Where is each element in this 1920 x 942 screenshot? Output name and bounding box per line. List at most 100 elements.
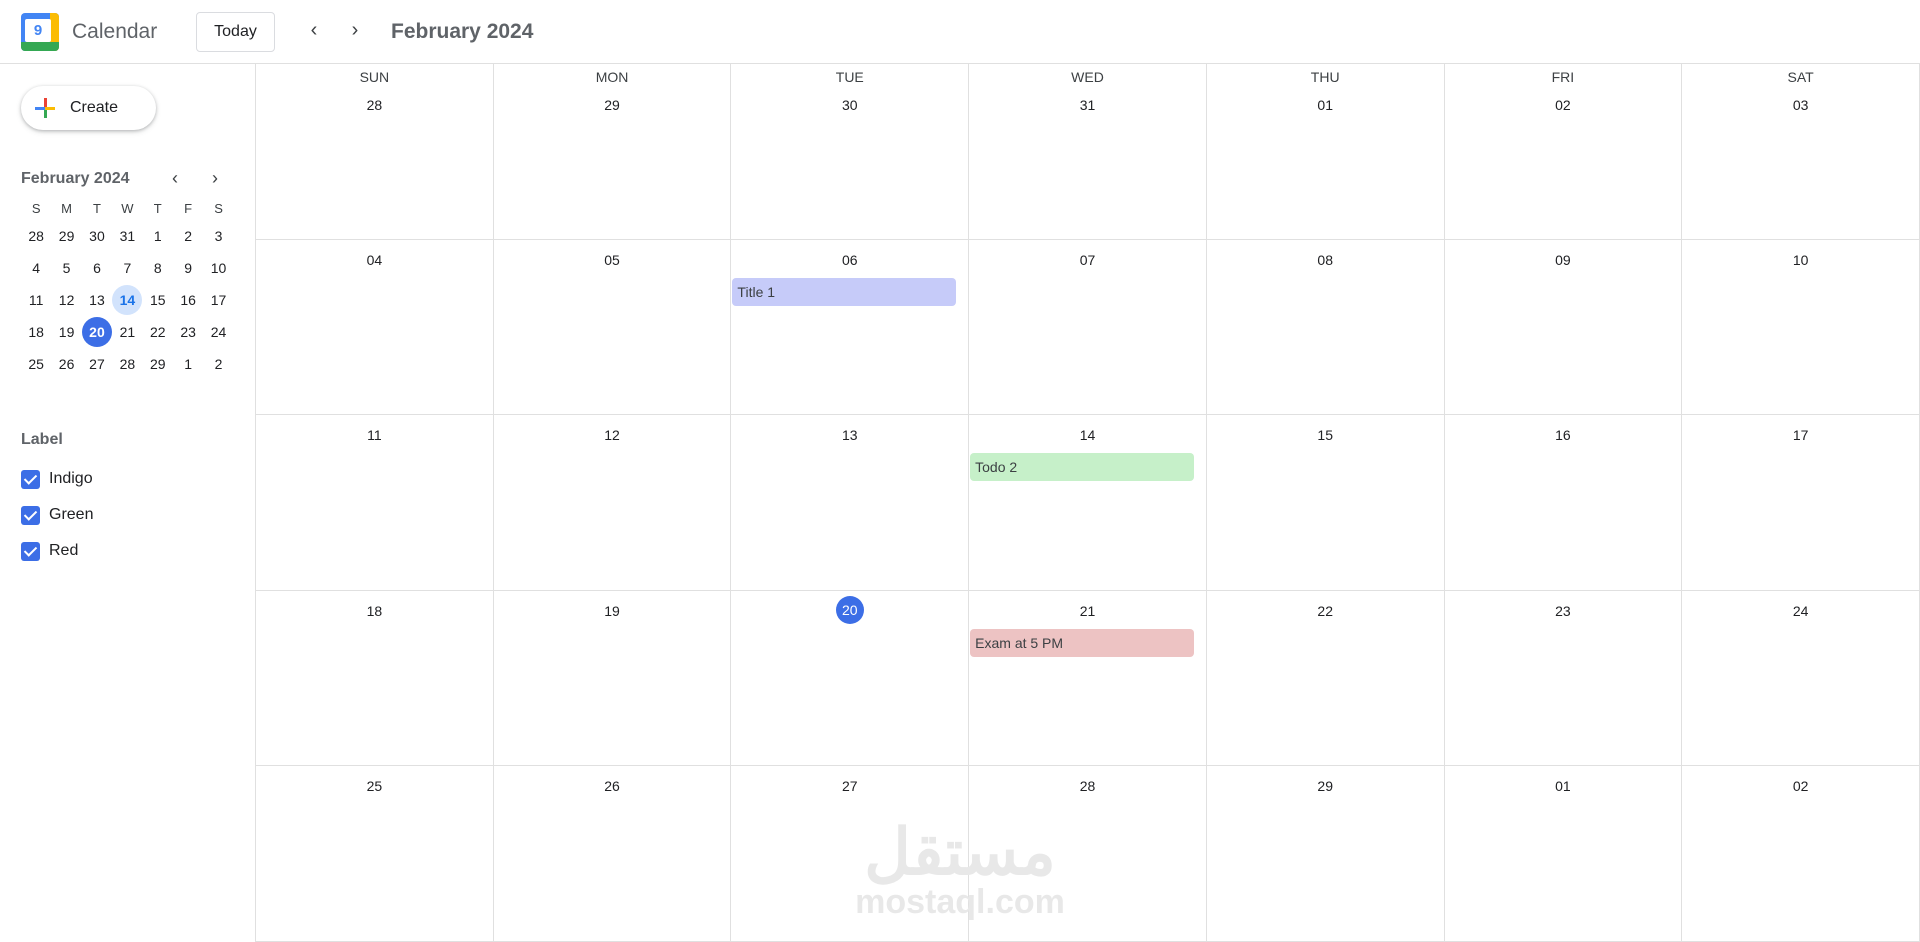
mini-day[interactable]: 28	[21, 220, 51, 252]
app-title: Calendar	[72, 20, 158, 43]
day-cell[interactable]: TUE 30	[731, 64, 970, 240]
mini-day-number: 24	[210, 324, 227, 340]
mini-day[interactable]: 25	[21, 348, 51, 380]
event-chip[interactable]: Title 1	[732, 278, 957, 306]
day-cell[interactable]: MON 29	[493, 64, 732, 240]
mini-day-number: 2	[214, 356, 223, 372]
day-cell[interactable]: 13	[731, 415, 970, 591]
mini-day-number: 25	[28, 356, 44, 372]
day-cell[interactable]: 05	[493, 240, 732, 415]
day-cell[interactable]: 23	[1444, 591, 1683, 766]
day-cell[interactable]: 01	[1444, 766, 1683, 942]
label-filter-red[interactable]: Red	[21, 539, 78, 563]
day-cell[interactable]: 02	[1682, 766, 1920, 942]
label-filter-indigo[interactable]: Indigo	[21, 467, 93, 491]
mini-day[interactable]: 21	[112, 316, 142, 348]
mini-day[interactable]: 20	[81, 316, 112, 348]
mini-day[interactable]: 28	[112, 348, 142, 380]
day-cell[interactable]: 24	[1682, 591, 1920, 766]
chevron-left-icon[interactable]: ‹	[300, 16, 328, 44]
day-of-week-header: FRI	[1551, 69, 1575, 85]
mini-day[interactable]: 10	[203, 252, 233, 284]
checkbox-checked-icon[interactable]	[21, 505, 40, 525]
mini-day[interactable]: 6	[82, 252, 112, 284]
mini-day[interactable]: 7	[112, 252, 142, 284]
mini-day[interactable]: 26	[51, 348, 81, 380]
mini-weekday-header: T	[93, 200, 101, 216]
mini-day[interactable]: 8	[143, 252, 173, 284]
mini-day[interactable]: 5	[51, 252, 81, 284]
checkbox-checked-icon[interactable]	[21, 469, 40, 489]
day-cell[interactable]: 09	[1444, 240, 1683, 415]
mini-day[interactable]: 2	[203, 348, 233, 380]
day-cell[interactable]: SAT 03	[1682, 64, 1920, 240]
event-chip[interactable]: Exam at 5 PM	[970, 629, 1194, 657]
event-chip[interactable]: Todo 2	[970, 453, 1194, 481]
day-cell[interactable]: 12	[493, 415, 732, 591]
mini-day[interactable]: 14	[112, 284, 143, 316]
mini-day[interactable]: 1	[173, 348, 203, 380]
mini-day[interactable]: 1	[143, 220, 173, 252]
label-filter-text: Indigo	[49, 470, 93, 487]
mini-day[interactable]: 2	[173, 220, 203, 252]
mini-chevron-left-icon[interactable]: ‹	[163, 166, 187, 190]
mini-day[interactable]: 30	[82, 220, 112, 252]
mini-day[interactable]: 24	[203, 316, 233, 348]
mini-day[interactable]: 18	[21, 316, 51, 348]
mini-day[interactable]: 23	[173, 316, 203, 348]
day-cell[interactable]: 16	[1444, 415, 1683, 591]
mini-day[interactable]: 31	[112, 220, 142, 252]
mini-day[interactable]: 27	[82, 348, 112, 380]
mini-day[interactable]: 15	[143, 284, 173, 316]
mini-day-number: 17	[210, 292, 227, 308]
day-cell[interactable]: SUN 28	[256, 64, 494, 240]
day-cell[interactable]: 26	[493, 766, 732, 942]
day-cell[interactable]: FRI 02	[1444, 64, 1683, 240]
mini-day-number: 12	[58, 292, 75, 308]
day-cell[interactable]: 25	[256, 766, 494, 942]
day-cell[interactable]: 19	[493, 591, 732, 766]
day-cell[interactable]: 20	[731, 591, 970, 766]
day-cell[interactable]: 21 Exam at 5 PM	[969, 591, 1207, 766]
day-cell[interactable]: 07	[969, 240, 1207, 415]
day-number: 02	[1555, 97, 1571, 113]
mini-day-number: 27	[89, 356, 105, 372]
mini-day[interactable]: 19	[51, 316, 81, 348]
day-cell[interactable]: 06 Title 1	[731, 240, 970, 415]
mini-day-number: 14	[112, 285, 143, 315]
mini-day[interactable]: 16	[173, 284, 203, 316]
mini-day[interactable]: 3	[203, 220, 233, 252]
mini-day[interactable]: 29	[51, 220, 81, 252]
mini-day[interactable]: 17	[203, 284, 233, 316]
day-cell[interactable]: 04	[256, 240, 494, 415]
day-cell[interactable]: WED 31	[969, 64, 1207, 240]
day-cell[interactable]: 11	[256, 415, 494, 591]
day-cell[interactable]: 17	[1682, 415, 1920, 591]
day-cell[interactable]: 29	[1206, 766, 1445, 942]
mini-chevron-right-icon[interactable]: ›	[203, 166, 227, 190]
mini-weekday-header: M	[61, 200, 72, 216]
mini-day[interactable]: 9	[173, 252, 203, 284]
today-button[interactable]: Today	[196, 12, 275, 52]
watermark-latin: mostaql.com	[855, 883, 1065, 921]
mini-day[interactable]: 11	[21, 284, 51, 316]
mini-day[interactable]: 12	[51, 284, 81, 316]
day-cell[interactable]: 14 Todo 2	[969, 415, 1207, 591]
mini-day[interactable]: 29	[143, 348, 173, 380]
create-button[interactable]: Create	[21, 86, 156, 130]
label-filter-green[interactable]: Green	[21, 503, 93, 527]
day-cell[interactable]: 15	[1206, 415, 1445, 591]
mini-day[interactable]: 22	[143, 316, 173, 348]
day-number: 01	[1555, 778, 1571, 794]
day-cell[interactable]: 08	[1206, 240, 1445, 415]
checkbox-checked-icon[interactable]	[21, 541, 40, 561]
current-month-title: February 2024	[391, 20, 534, 43]
chevron-right-icon[interactable]: ›	[341, 16, 369, 44]
day-cell[interactable]: 18	[256, 591, 494, 766]
day-cell[interactable]: THU 01	[1206, 64, 1445, 240]
mini-day[interactable]: 13	[82, 284, 112, 316]
mini-day-number: 10	[210, 260, 227, 276]
mini-day[interactable]: 4	[21, 252, 51, 284]
day-cell[interactable]: 22	[1206, 591, 1445, 766]
day-cell[interactable]: 10	[1682, 240, 1920, 415]
